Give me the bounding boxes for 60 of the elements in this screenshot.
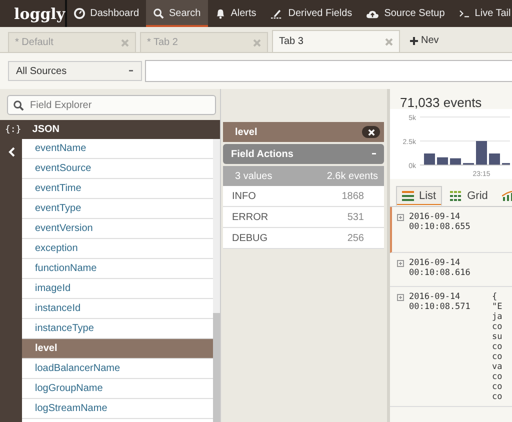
value-name[interactable]: INFO (232, 190, 256, 202)
source-select[interactable]: All Sources (8, 61, 142, 81)
value-count: 1868 (342, 190, 364, 202)
field-item[interactable]: eventSource (22, 159, 213, 179)
json-icon: {:} (5, 124, 22, 134)
log-entry[interactable]: 2016-09-14 00:10:08.571 { "E ja co su co co va co co co (390, 287, 512, 407)
nav-item[interactable]: Alerts (208, 0, 264, 27)
log-time: 00:10:08.655 (409, 222, 472, 232)
nav-item[interactable]: Dashboard (67, 0, 146, 27)
field-item[interactable]: eventVersion (22, 219, 213, 239)
field-item[interactable]: loadBalancerName (22, 359, 213, 379)
log-message-line: co (492, 372, 502, 382)
log-message-line: co (492, 382, 502, 392)
log-message-line: co (492, 342, 502, 352)
field-item[interactable]: eventTime (22, 179, 213, 199)
log-date: 2016-09-14 (409, 212, 462, 222)
event-count: 71,033 events (399, 94, 483, 109)
view-tab[interactable]: Grid (444, 186, 494, 206)
log-message-line: co (492, 352, 502, 362)
nav-item[interactable]: Live Tail (452, 0, 512, 27)
field-item[interactable]: eventName (22, 139, 213, 159)
field-explorer-field[interactable]: Field Explorer (7, 95, 216, 115)
field-item[interactable]: imageId (22, 279, 213, 299)
log-entry[interactable]: 2016-09-14 00:10:08.655 (390, 207, 512, 253)
field-item[interactable]: logGroupName (22, 379, 213, 399)
log-message-line: su (492, 332, 502, 342)
value-count: 256 (347, 232, 364, 244)
new-tab-button[interactable]: Nev (404, 35, 445, 52)
values-count: 3 values (235, 170, 272, 182)
log-message-line: "E (492, 302, 502, 312)
field-item[interactable]: eventType (22, 199, 213, 219)
field-item[interactable]: exception (22, 239, 213, 259)
field-item[interactable]: functionName (22, 259, 213, 279)
log-date: 2016-09-14 (409, 292, 462, 302)
field-item[interactable]: level (22, 339, 213, 359)
group-title: JSON (32, 124, 60, 135)
log-time: 00:10:08.616 (409, 268, 472, 278)
nav-item[interactable]: Derived Fields (263, 0, 360, 27)
panel-title: level (235, 126, 258, 138)
group-header[interactable]: {:} JSON (0, 120, 220, 139)
log-time: 00:10:08.571 (409, 302, 472, 312)
value-name[interactable]: ERROR (232, 212, 268, 222)
value-count: 531 (347, 212, 364, 222)
nav-item[interactable]: Search (146, 0, 208, 27)
log-entry[interactable]: 2016-09-14 00:10:08.616 (390, 253, 512, 287)
log-message-line: { (492, 292, 498, 302)
log-message-line: ja (492, 312, 502, 322)
log-message-line: va (492, 362, 502, 372)
value-name[interactable]: DEBUG (232, 232, 268, 244)
log-message-line: co (492, 392, 502, 402)
nav-item[interactable]: Source Setup (359, 0, 452, 27)
events-count: 2.6k events (326, 170, 378, 182)
search-tab[interactable]: Tab 3 (272, 30, 400, 52)
log-date: 2016-09-14 (409, 258, 462, 268)
logo[interactable]: loggly (14, 4, 66, 22)
log-message-line: co (492, 322, 502, 332)
field-item[interactable]: logStreamName (22, 399, 213, 419)
field-item[interactable]: instanceId (22, 299, 213, 319)
view-tab[interactable]: List (396, 186, 442, 206)
field-actions-dropdown[interactable]: Field Actions (223, 144, 384, 164)
